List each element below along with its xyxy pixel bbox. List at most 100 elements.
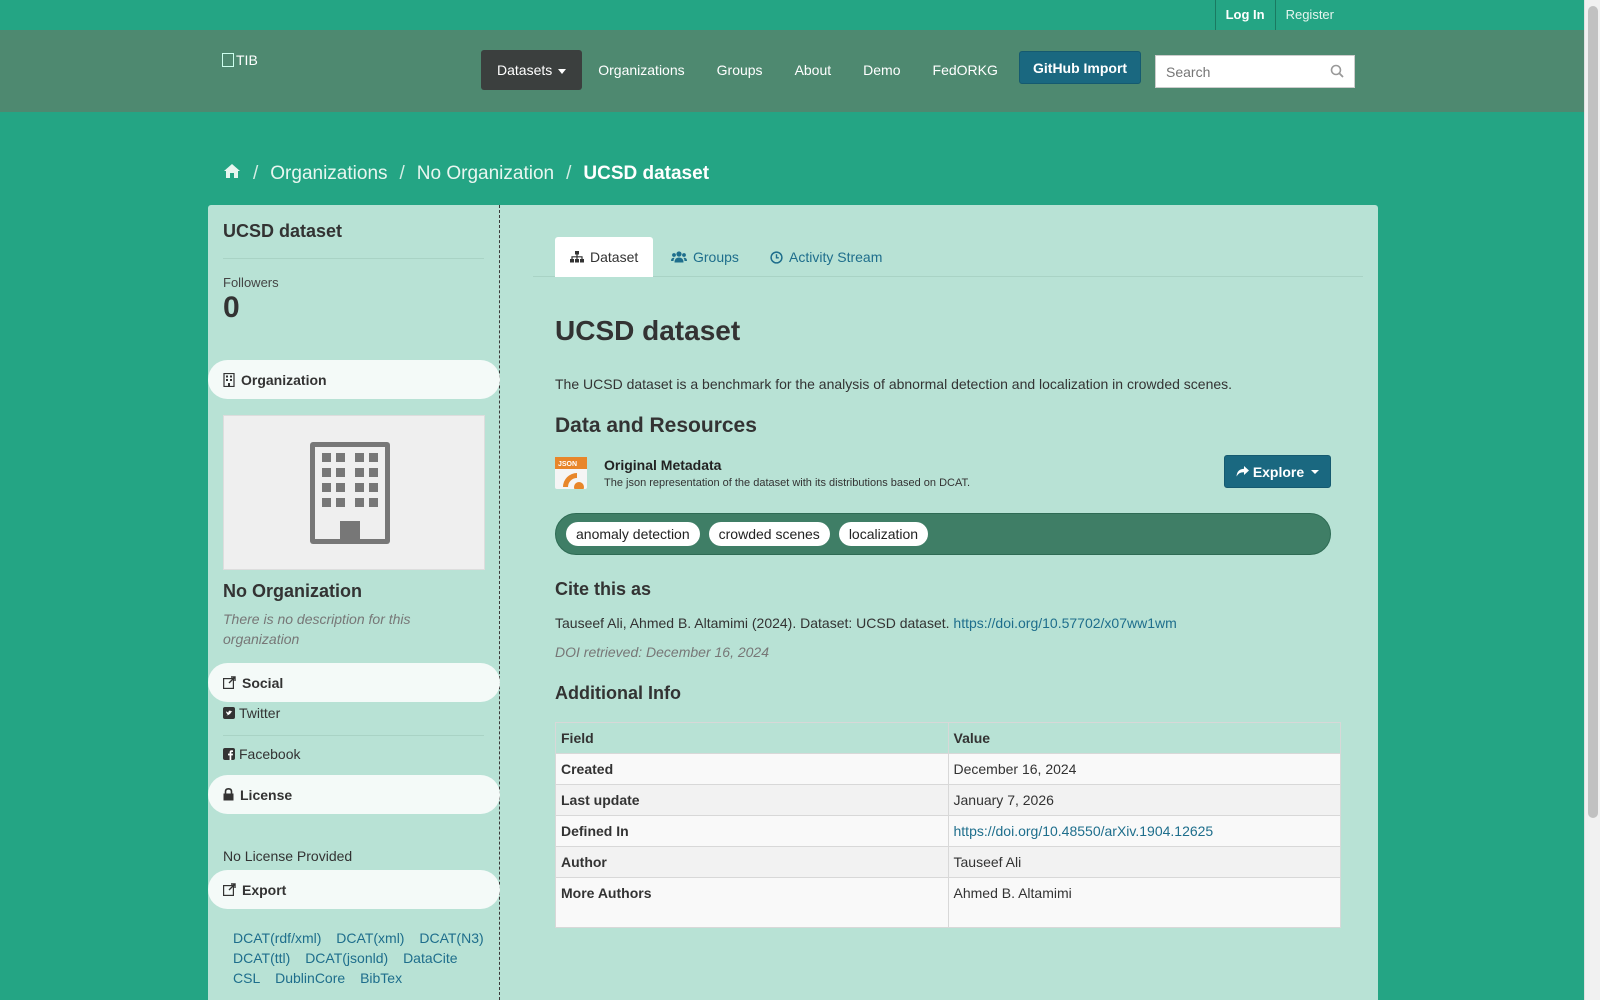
- breadcrumb-separator: /: [253, 163, 259, 184]
- json-format-icon: JSON: [555, 457, 587, 492]
- dataset-description: The UCSD dataset is a benchmark for the …: [555, 376, 1233, 392]
- twitter-label: Twitter: [239, 705, 281, 721]
- organization-description: There is no description for this organiz…: [223, 611, 411, 647]
- nav-demo[interactable]: Demo: [847, 50, 916, 90]
- export-datacite[interactable]: DataCite: [403, 950, 457, 966]
- sitemap-icon: [570, 251, 584, 263]
- additional-info-heading: Additional Info: [555, 683, 681, 703]
- tag-localization[interactable]: localization: [838, 522, 929, 546]
- nav-about[interactable]: About: [779, 50, 848, 90]
- citation: Tauseef Ali, Ahmed B. Altamimi (2024). D…: [555, 615, 1177, 631]
- export-heading: Export: [208, 870, 500, 909]
- github-import-button[interactable]: GitHub Import: [1019, 51, 1142, 84]
- tag-crowded-scenes[interactable]: crowded scenes: [708, 522, 830, 546]
- table-row: Last update January 7, 2026: [555, 784, 1341, 816]
- export-dcat-ttl[interactable]: DCAT(ttl): [233, 950, 290, 966]
- tag-list: anomaly detection crowded scenes localiz…: [555, 513, 1331, 555]
- field-last-update: Last update: [555, 784, 949, 816]
- value-more-authors: Ahmed B. Altamimi: [947, 877, 1341, 928]
- breadcrumb: / Organizations / No Organization / UCSD…: [223, 163, 709, 185]
- doi-retrieved: DOI retrieved: December 16, 2024: [555, 644, 769, 660]
- table-row: Created December 16, 2024: [555, 753, 1341, 785]
- export-dcat-xml[interactable]: DCAT(xml): [336, 930, 404, 946]
- export-dcat-rdf-xml[interactable]: DCAT(rdf/xml): [233, 930, 321, 946]
- tab-dataset-label: Dataset: [590, 249, 639, 265]
- main-wrapper: UCSD dataset Followers 0 Organization No…: [208, 205, 1378, 1000]
- value-defined-in: https://doi.org/10.48550/arXiv.1904.1262…: [947, 815, 1341, 847]
- license-text: No License Provided: [223, 848, 353, 864]
- clock-icon: [770, 250, 783, 264]
- building-icon: [223, 372, 235, 387]
- export-dublincore[interactable]: DublinCore: [275, 970, 345, 986]
- logo-alt-text: TIB: [236, 52, 258, 68]
- export-dcat-jsonld[interactable]: DCAT(jsonld): [305, 950, 388, 966]
- breadcrumb-separator: /: [566, 163, 572, 184]
- table-header-row: Field Value: [555, 722, 1341, 754]
- breadcrumb-no-organization[interactable]: No Organization: [417, 163, 554, 185]
- divider: [223, 258, 484, 259]
- export-csl[interactable]: CSL: [233, 970, 260, 986]
- page-scrollbar[interactable]: [1584, 0, 1600, 1000]
- followers-label: Followers: [223, 275, 279, 290]
- resource-title[interactable]: Original Metadata: [604, 457, 721, 473]
- sidebar: UCSD dataset Followers 0 Organization No…: [208, 205, 500, 1000]
- caret-down-icon: [558, 68, 567, 74]
- nav-datasets-label: Datasets: [497, 62, 553, 78]
- nav-datasets[interactable]: Datasets: [481, 50, 583, 90]
- site-logo[interactable]: TIB: [222, 52, 258, 68]
- field-more-authors: More Authors: [555, 877, 949, 928]
- cite-heading: Cite this as: [555, 579, 652, 599]
- additional-info-table: Field Value Created December 16, 2024 La…: [555, 722, 1341, 928]
- register-link[interactable]: Register: [1274, 0, 1344, 30]
- facebook-link[interactable]: Facebook: [223, 746, 300, 762]
- nav-groups[interactable]: Groups: [701, 50, 779, 90]
- caret-down-icon: [1311, 469, 1320, 474]
- content: Dataset Groups Activity Stream UCSD data…: [518, 205, 1363, 1000]
- organization-heading: Organization: [208, 360, 500, 399]
- tag-anomaly-detection[interactable]: anomaly detection: [566, 522, 700, 546]
- twitter-link[interactable]: Twitter: [223, 705, 280, 721]
- explore-button[interactable]: Explore: [1224, 455, 1331, 488]
- facebook-label: Facebook: [239, 746, 301, 762]
- share-arrow-icon: [1236, 466, 1249, 477]
- license-heading-label: License: [240, 786, 293, 803]
- table-row: More Authors Ahmed B. Altamimi: [555, 877, 1341, 928]
- organization-image[interactable]: [223, 415, 485, 570]
- tab-dataset[interactable]: Dataset: [555, 237, 654, 277]
- tab-groups[interactable]: Groups: [656, 237, 754, 277]
- twitter-icon: [223, 707, 235, 719]
- resource-description: The json representation of the dataset w…: [604, 477, 971, 489]
- export-bibtex[interactable]: BibTex: [360, 970, 402, 986]
- column-header-field: Field: [555, 722, 949, 754]
- nav-organizations[interactable]: Organizations: [582, 50, 700, 90]
- nav-fedorkg[interactable]: FedORKG: [917, 50, 1014, 90]
- lock-icon: [223, 788, 234, 801]
- defined-in-link[interactable]: https://doi.org/10.48550/arXiv.1904.1262…: [954, 823, 1214, 839]
- citation-doi-link[interactable]: https://doi.org/10.57702/x07ww1wm: [953, 615, 1176, 631]
- sidebar-dataset-title: UCSD dataset: [223, 221, 343, 241]
- export-dcat-n3[interactable]: DCAT(N3): [419, 930, 483, 946]
- table-row: Defined In https://doi.org/10.48550/arXi…: [555, 815, 1341, 847]
- organization-name: No Organization: [223, 581, 362, 601]
- value-created: December 16, 2024: [947, 753, 1341, 785]
- building-icon: [310, 442, 390, 544]
- license-heading: License: [208, 775, 500, 814]
- tab-activity-stream-label: Activity Stream: [789, 249, 883, 265]
- search-icon[interactable]: [1330, 64, 1344, 81]
- account-bar: Log In Register: [0, 0, 1584, 30]
- page-title: UCSD dataset: [555, 315, 741, 346]
- login-link[interactable]: Log In: [1214, 0, 1275, 30]
- social-heading: Social: [208, 663, 500, 702]
- tab-activity-stream[interactable]: Activity Stream: [755, 237, 897, 277]
- search-input[interactable]: [1156, 56, 1321, 87]
- home-icon[interactable]: [223, 163, 241, 185]
- breadcrumb-separator: /: [399, 163, 405, 184]
- share-icon: [223, 676, 236, 689]
- scrollbar-thumb[interactable]: [1588, 6, 1598, 818]
- breadcrumb-organizations[interactable]: Organizations: [270, 163, 387, 185]
- followers-count: 0: [223, 291, 240, 324]
- breadcrumb-current[interactable]: UCSD dataset: [583, 163, 709, 185]
- table-row: Author Tauseef Ali: [555, 846, 1341, 878]
- field-defined-in: Defined In: [555, 815, 949, 847]
- facebook-icon: [223, 748, 235, 760]
